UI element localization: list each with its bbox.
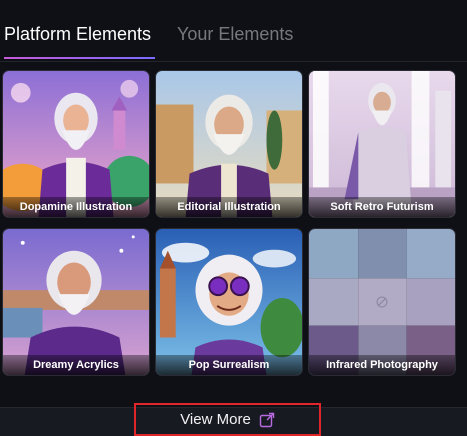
tab-bar: Platform Elements Your Elements [0, 0, 467, 62]
card-label: Editorial Illustration [156, 197, 302, 217]
element-card-dreamy-acrylics[interactable]: Dreamy Acrylics [2, 228, 150, 376]
tab-your-elements[interactable]: Your Elements [177, 24, 293, 45]
card-label: Dreamy Acrylics [3, 355, 149, 375]
card-label: Dopamine Illustration [3, 197, 149, 217]
view-more-label: View More [180, 411, 251, 428]
dreamy-acrylics-thumbnail [3, 229, 149, 375]
dopamine-illustration-thumbnail [3, 71, 149, 217]
infrared-photography-thumbnail [309, 229, 455, 375]
element-card-pop-surrealism[interactable]: Pop Surrealism [155, 228, 303, 376]
tab-platform-elements[interactable]: Platform Elements [4, 24, 151, 45]
soft-retro-futurism-thumbnail [309, 71, 455, 217]
element-card-dopamine-illustration[interactable]: Dopamine Illustration [2, 70, 150, 218]
card-label: Soft Retro Futurism [309, 197, 455, 217]
element-card-infrared-photography[interactable]: Infrared Photography [308, 228, 456, 376]
pop-surrealism-thumbnail [156, 229, 302, 375]
view-more-button[interactable]: View More [134, 403, 321, 436]
card-label: Infrared Photography [309, 355, 455, 375]
element-card-editorial-illustration[interactable]: Editorial Illustration [155, 70, 303, 218]
active-tab-indicator [4, 57, 155, 59]
editorial-illustration-thumbnail [156, 71, 302, 217]
external-link-icon [259, 412, 275, 428]
element-card-soft-retro-futurism[interactable]: Soft Retro Futurism [308, 70, 456, 218]
card-label: Pop Surrealism [156, 355, 302, 375]
